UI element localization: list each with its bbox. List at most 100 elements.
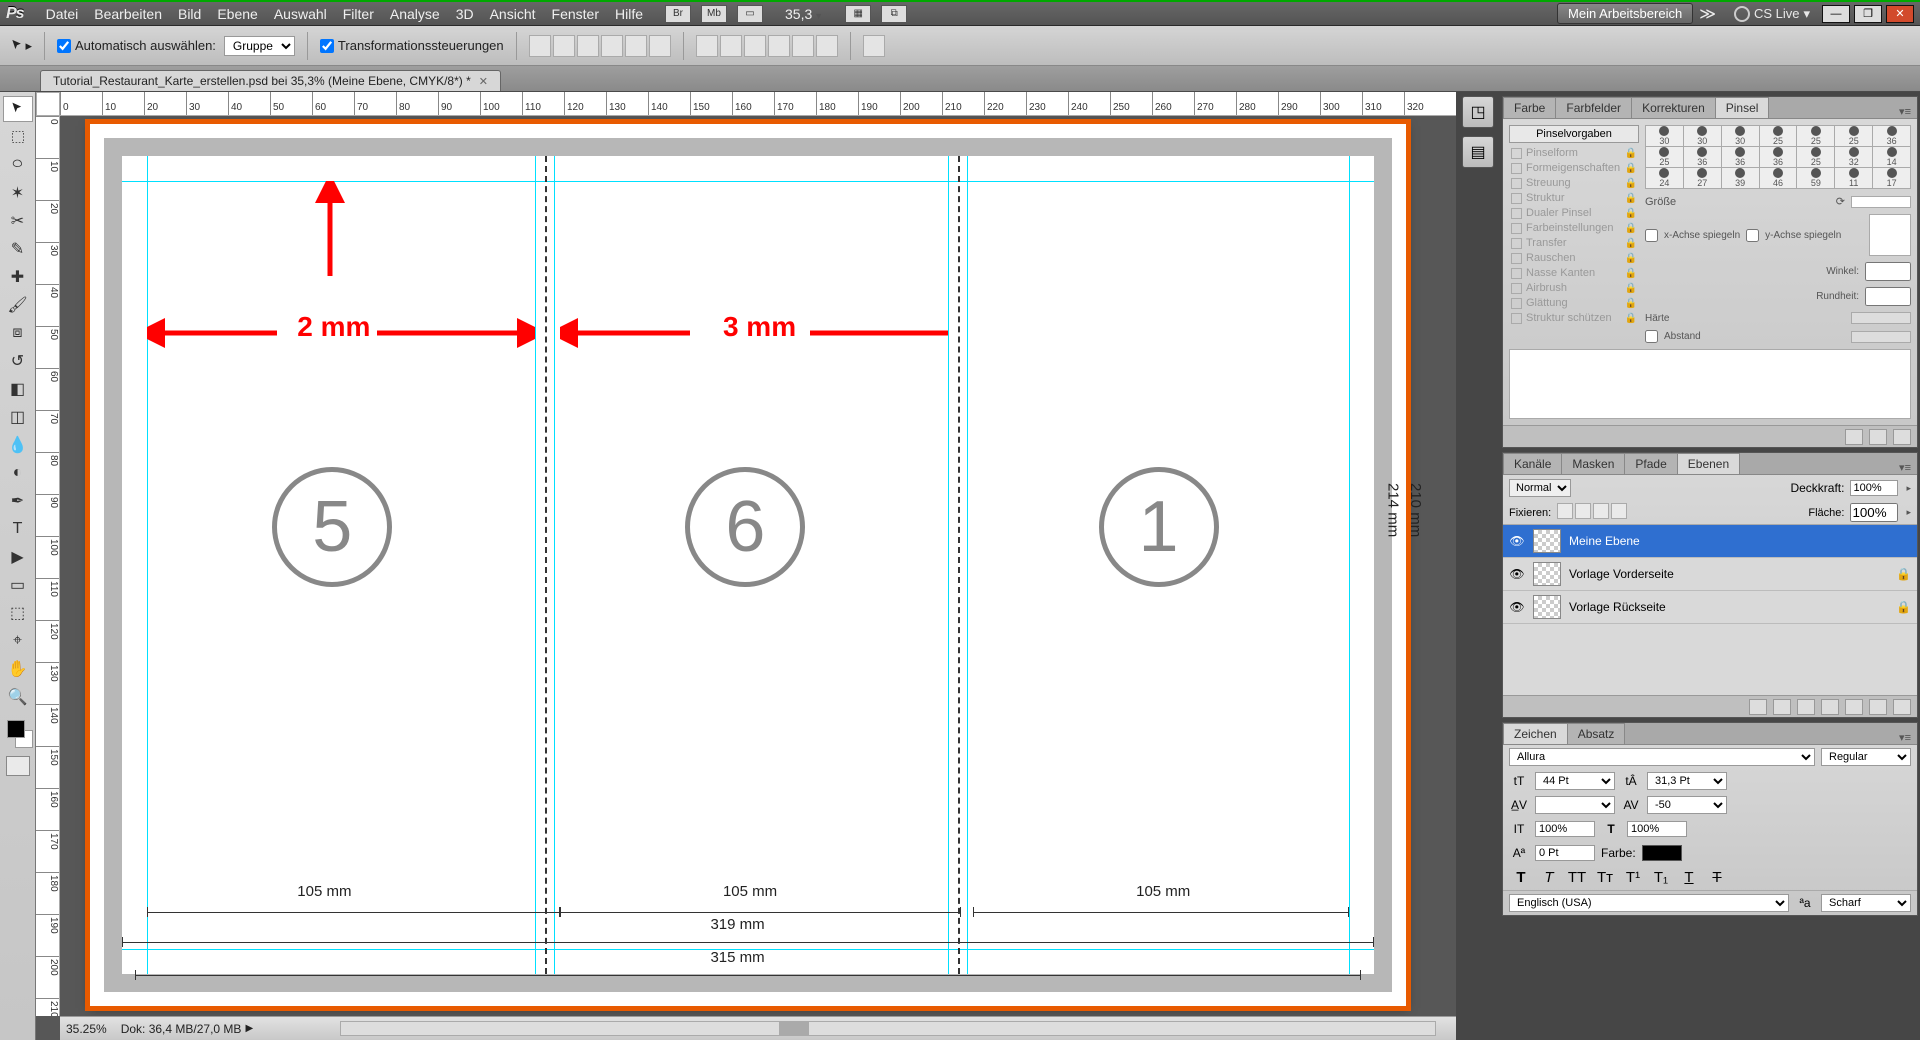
- type-tool[interactable]: T: [3, 516, 33, 542]
- title-zoom-value[interactable]: 35,3▼: [777, 4, 831, 24]
- brush-tip[interactable]: 24: [1646, 168, 1683, 188]
- eraser-tool[interactable]: ◧: [3, 376, 33, 402]
- menu-layer[interactable]: Ebene: [209, 4, 265, 24]
- smallcaps-icon[interactable]: Tᴛ: [1595, 869, 1615, 886]
- brush-option[interactable]: Glättung🔒: [1511, 297, 1637, 309]
- brush-tip[interactable]: 36: [1760, 147, 1797, 167]
- 3d-camera-tool[interactable]: ⌖: [3, 628, 33, 654]
- tab-korrekturen[interactable]: Korrekturen: [1631, 97, 1716, 118]
- dist-top-icon[interactable]: [696, 35, 718, 57]
- menu-edit[interactable]: Bearbeiten: [86, 4, 170, 24]
- italic-icon[interactable]: T: [1539, 869, 1559, 886]
- marquee-tool[interactable]: [3, 124, 33, 150]
- tab-pfade[interactable]: Pfade: [1624, 453, 1677, 474]
- angle-input[interactable]: [1865, 262, 1911, 281]
- toggle-preview-icon[interactable]: [1845, 429, 1863, 445]
- font-style-select[interactable]: Regular: [1821, 748, 1911, 766]
- foreground-color[interactable]: [7, 720, 25, 738]
- strike-icon[interactable]: T: [1707, 869, 1727, 886]
- grid-icon[interactable]: ▦: [845, 5, 871, 23]
- align-bottom-icon[interactable]: [577, 35, 599, 57]
- brush-tip[interactable]: 27: [1684, 168, 1721, 188]
- cslive-button[interactable]: CS Live▾: [1734, 6, 1810, 22]
- brush-option[interactable]: Transfer🔒: [1511, 237, 1637, 249]
- brush-option[interactable]: Streuung🔒: [1511, 177, 1637, 189]
- brush-tip-grid[interactable]: 3030302525253625363636253214242739465911…: [1645, 125, 1911, 189]
- brush-tip[interactable]: 25: [1797, 126, 1834, 146]
- zoom-tool[interactable]: 🔍: [3, 684, 33, 710]
- dock-actions-icon[interactable]: ▤: [1462, 136, 1494, 168]
- brush-option[interactable]: Formeigenschaften🔒: [1511, 162, 1637, 174]
- menu-3d[interactable]: 3D: [448, 4, 482, 24]
- new-layer-icon[interactable]: [1869, 699, 1887, 715]
- history-brush-tool[interactable]: ↺: [3, 348, 33, 374]
- brush-tip[interactable]: 30: [1684, 126, 1721, 146]
- fill-input[interactable]: [1850, 503, 1898, 522]
- group-icon[interactable]: [1845, 699, 1863, 715]
- crop-tool[interactable]: ✂: [3, 208, 33, 234]
- visibility-icon[interactable]: 👁: [1509, 533, 1525, 549]
- brush-tip[interactable]: 25: [1835, 126, 1872, 146]
- fx-icon[interactable]: [1773, 699, 1791, 715]
- menu-filter[interactable]: Filter: [335, 4, 382, 24]
- superscript-icon[interactable]: T¹: [1623, 869, 1643, 886]
- flip-x-checkbox[interactable]: [1645, 229, 1658, 242]
- subscript-icon[interactable]: T₁: [1651, 869, 1671, 886]
- wand-tool[interactable]: ✶: [3, 180, 33, 206]
- font-family-select[interactable]: Allura: [1509, 748, 1815, 766]
- bridge-icon[interactable]: Br: [665, 5, 691, 23]
- pen-tool[interactable]: ✒: [3, 488, 33, 514]
- layer-row[interactable]: 👁Meine Ebene: [1503, 525, 1917, 558]
- tab-pinsel[interactable]: Pinsel: [1715, 97, 1770, 118]
- dist-left-icon[interactable]: [768, 35, 790, 57]
- brush-tip[interactable]: 25: [1760, 126, 1797, 146]
- brush-tip[interactable]: 30: [1646, 126, 1683, 146]
- blend-mode-select[interactable]: Normal: [1509, 479, 1571, 497]
- layers-list[interactable]: 👁Meine Ebene👁Vorlage Vorderseite🔒👁Vorlag…: [1503, 525, 1917, 695]
- text-color-swatch[interactable]: [1642, 845, 1682, 861]
- brush-presets-button[interactable]: Pinselvorgaben: [1509, 125, 1639, 143]
- visibility-icon[interactable]: 👁: [1509, 599, 1525, 615]
- path-select-tool[interactable]: ▶: [3, 544, 33, 570]
- font-size-input[interactable]: 44 Pt: [1535, 772, 1615, 790]
- roundness-input[interactable]: [1865, 287, 1911, 306]
- hardness-slider[interactable]: [1851, 312, 1911, 324]
- workspace-button[interactable]: Mein Arbeitsbereich: [1557, 3, 1693, 24]
- tracking-input[interactable]: -50: [1647, 796, 1727, 814]
- align-icons[interactable]: [529, 35, 671, 57]
- lock-icons[interactable]: [1557, 503, 1629, 522]
- move-tool[interactable]: [3, 96, 33, 122]
- dist-vcenter-icon[interactable]: [720, 35, 742, 57]
- char-menu-icon[interactable]: ▾≡: [1893, 731, 1917, 744]
- menu-help[interactable]: Hilfe: [607, 4, 651, 24]
- align-right-icon[interactable]: [649, 35, 671, 57]
- color-swatches[interactable]: [3, 718, 33, 748]
- tab-ebenen[interactable]: Ebenen: [1677, 453, 1740, 474]
- layer-thumb[interactable]: [1533, 595, 1561, 619]
- brush-tip[interactable]: 59: [1797, 168, 1834, 188]
- menu-view[interactable]: Ansicht: [482, 4, 544, 24]
- brush-tip[interactable]: 14: [1873, 147, 1910, 167]
- language-select[interactable]: Englisch (USA): [1509, 894, 1789, 912]
- align-vcenter-icon[interactable]: [553, 35, 575, 57]
- hscale-input[interactable]: [1627, 821, 1687, 837]
- brush-tip[interactable]: 32: [1835, 147, 1872, 167]
- brush-tip[interactable]: 30: [1722, 126, 1759, 146]
- tab-masken[interactable]: Masken: [1561, 453, 1625, 474]
- tab-farbe[interactable]: Farbe: [1503, 97, 1556, 118]
- eyedropper-tool[interactable]: ✎: [3, 236, 33, 262]
- brush-tip[interactable]: 25: [1797, 147, 1834, 167]
- brush-option[interactable]: Struktur schützen🔒: [1511, 312, 1637, 324]
- menu-select[interactable]: Auswahl: [266, 4, 335, 24]
- menu-image[interactable]: Bild: [170, 4, 209, 24]
- 3d-tool[interactable]: ⬚: [3, 600, 33, 626]
- workspace-more-icon[interactable]: ≫: [1699, 4, 1716, 24]
- align-top-icon[interactable]: [529, 35, 551, 57]
- arrange-icon[interactable]: ⧉: [881, 5, 907, 23]
- leading-input[interactable]: 31,3 Pt: [1647, 772, 1727, 790]
- brush-option[interactable]: Airbrush🔒: [1511, 282, 1637, 294]
- ruler-vertical[interactable]: 0102030405060708090100110120130140150160…: [36, 116, 60, 1016]
- move-tool-icon[interactable]: ▸: [10, 35, 32, 57]
- kerning-input[interactable]: [1535, 796, 1615, 814]
- delete-layer-icon[interactable]: [1893, 699, 1911, 715]
